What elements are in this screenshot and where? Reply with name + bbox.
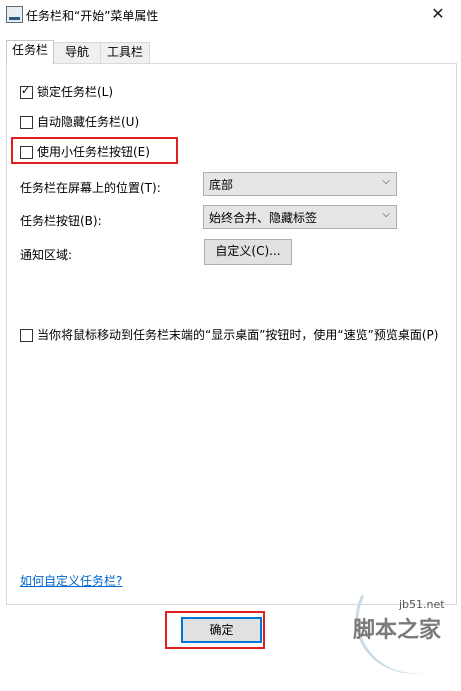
highlight-box-small-buttons bbox=[11, 137, 178, 164]
window-title: 任务栏和“开始”菜单属性 bbox=[26, 9, 159, 23]
notification-area-label: 通知区域: bbox=[20, 248, 73, 262]
buttons-mode-dropdown[interactable]: 始终合并、隐藏标签 ⌵ bbox=[203, 205, 397, 229]
customize-notification-button[interactable]: 自定义(C)... bbox=[204, 239, 292, 265]
chevron-down-icon: ⌵ bbox=[382, 209, 390, 220]
tab-toolbars[interactable]: 工具栏 bbox=[100, 42, 150, 63]
tab-taskbar[interactable]: 任务栏 bbox=[6, 40, 54, 64]
buttons-mode-value: 始终合并、隐藏标签 bbox=[209, 211, 318, 225]
chevron-down-icon: ⌵ bbox=[382, 176, 390, 187]
lock-taskbar-checkbox[interactable] bbox=[20, 84, 33, 99]
taskbar-properties-icon bbox=[6, 6, 23, 23]
watermark-site: jb51.net bbox=[399, 598, 445, 611]
tab-navigation[interactable]: 导航 bbox=[52, 42, 102, 63]
peek-checkbox[interactable] bbox=[20, 329, 33, 342]
watermark-brand: 脚本之家 bbox=[353, 618, 442, 643]
position-value: 底部 bbox=[209, 178, 234, 192]
auto-hide-checkbox[interactable] bbox=[20, 116, 33, 129]
auto-hide-label: 自动隐藏任务栏(U) bbox=[37, 115, 140, 129]
close-button[interactable]: ✕ bbox=[415, 0, 461, 30]
position-dropdown[interactable]: 底部 ⌵ bbox=[203, 172, 397, 196]
buttons-mode-label: 任务栏按钮(B): bbox=[20, 214, 102, 228]
title-bar: 任务栏和“开始”菜单属性 ✕ bbox=[0, 0, 461, 30]
ok-button[interactable]: 确定 bbox=[181, 617, 262, 643]
position-label: 任务栏在屏幕上的位置(T): bbox=[20, 181, 161, 195]
customize-taskbar-help-link[interactable]: 如何自定义任务栏? bbox=[20, 572, 122, 589]
peek-label: 当你将鼠标移动到任务栏末端的“显示桌面”按钮时，使用“速览”预览桌面(P) bbox=[37, 328, 439, 342]
lock-taskbar-label: 锁定任务栏(L) bbox=[37, 85, 114, 99]
